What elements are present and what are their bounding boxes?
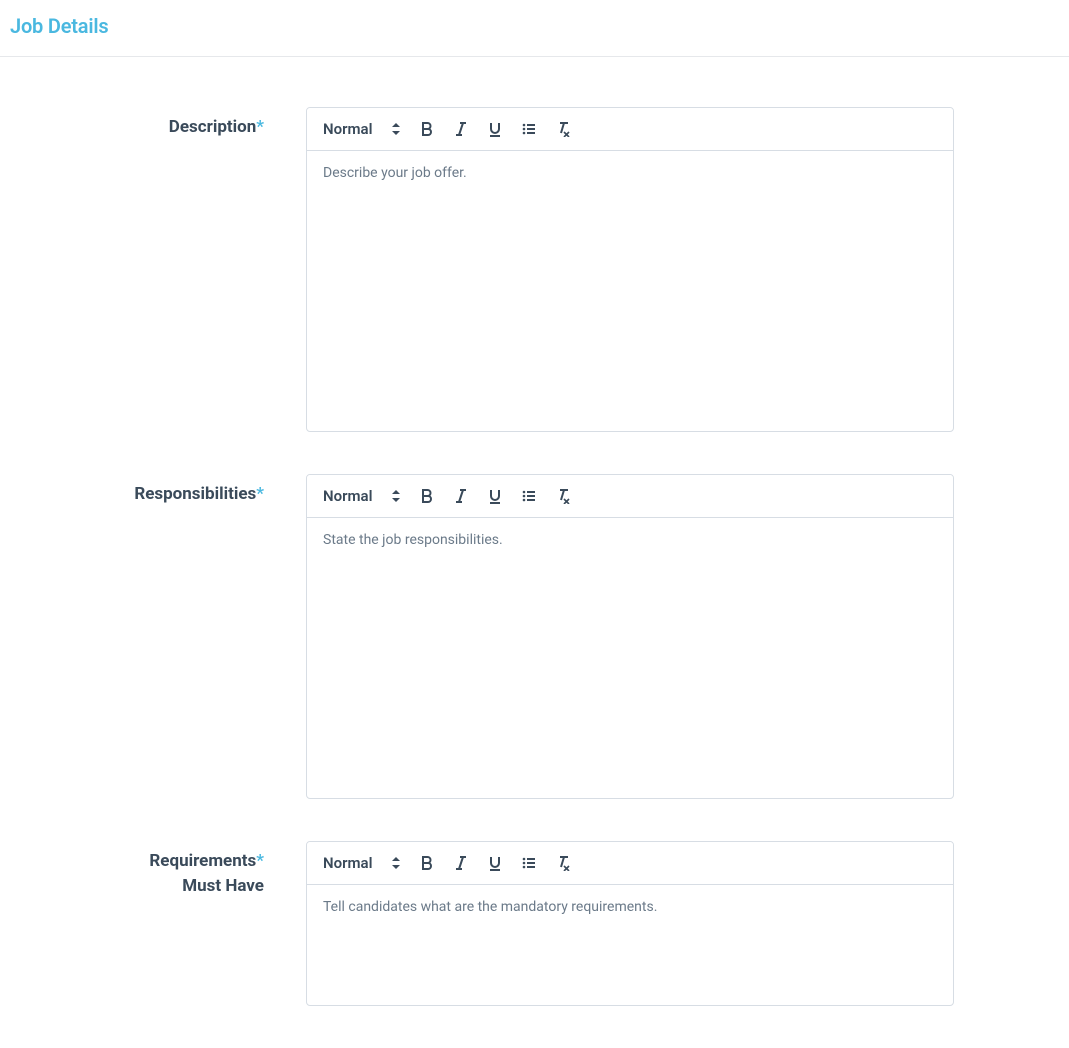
bold-button[interactable] (414, 116, 440, 142)
italic-button[interactable] (448, 483, 474, 509)
bullet-list-button[interactable] (516, 850, 542, 876)
bullet-list-button[interactable] (516, 116, 542, 142)
label-col: Responsibilities* (10, 474, 306, 507)
format-select[interactable]: Normal (319, 485, 406, 507)
label-text: Responsibilities (134, 484, 256, 504)
requirements-sublabel: Must Have (10, 874, 264, 899)
sort-icon (392, 123, 400, 135)
editor-col: Normal (306, 841, 954, 1006)
italic-button[interactable] (448, 116, 474, 142)
section-title: Job Details (0, 0, 1069, 57)
bold-button[interactable] (414, 850, 440, 876)
requirements-editor: Normal (306, 841, 954, 1006)
required-asterisk: * (256, 117, 264, 137)
responsibilities-label: Responsibilities* (134, 484, 264, 504)
clear-format-button[interactable] (550, 483, 576, 509)
field-row-requirements: Requirements* Must Have Normal (0, 841, 1069, 1006)
label-text: Description (169, 117, 256, 137)
label-text: Requirements (149, 851, 256, 871)
field-row-responsibilities: Responsibilities* Normal (0, 474, 1069, 799)
bullet-list-button[interactable] (516, 483, 542, 509)
label-col: Description* (10, 107, 306, 140)
italic-button[interactable] (448, 850, 474, 876)
format-select-label: Normal (323, 487, 372, 505)
underline-button[interactable] (482, 850, 508, 876)
required-asterisk: * (256, 484, 264, 504)
editor-col: Normal (306, 474, 954, 799)
editor-toolbar: Normal (307, 842, 953, 885)
editor-toolbar: Normal (307, 108, 953, 151)
requirements-label: Requirements* (149, 851, 264, 871)
description-textarea[interactable]: Describe your job offer. (307, 151, 953, 431)
field-row-description: Description* Normal (0, 107, 1069, 432)
requirements-textarea[interactable]: Tell candidates what are the mandatory r… (307, 885, 953, 1005)
format-select[interactable]: Normal (319, 118, 406, 140)
format-select[interactable]: Normal (319, 852, 406, 874)
clear-format-button[interactable] (550, 850, 576, 876)
editor-col: Normal (306, 107, 954, 432)
format-select-label: Normal (323, 854, 372, 872)
label-col: Requirements* Must Have (10, 841, 306, 898)
sort-icon (392, 490, 400, 502)
underline-button[interactable] (482, 483, 508, 509)
underline-button[interactable] (482, 116, 508, 142)
responsibilities-textarea[interactable]: State the job responsibilities. (307, 518, 953, 798)
responsibilities-editor: Normal (306, 474, 954, 799)
editor-toolbar: Normal (307, 475, 953, 518)
description-label: Description* (169, 117, 264, 137)
clear-format-button[interactable] (550, 116, 576, 142)
bold-button[interactable] (414, 483, 440, 509)
sort-icon (392, 857, 400, 869)
description-editor: Normal (306, 107, 954, 432)
required-asterisk: * (256, 851, 264, 871)
format-select-label: Normal (323, 120, 372, 138)
